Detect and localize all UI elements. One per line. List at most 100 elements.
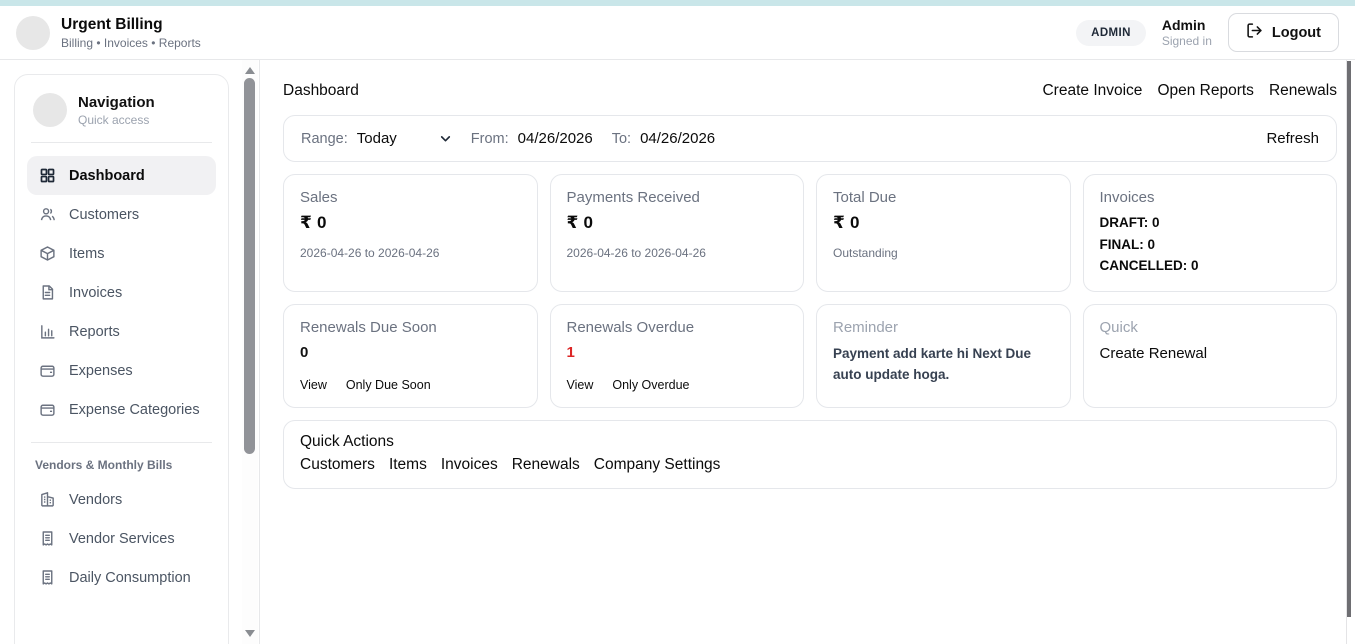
renewals-link[interactable]: Renewals [1269,82,1337,100]
quick-action-invoices[interactable]: Invoices [441,456,498,474]
to-date-input[interactable]: 04/26/2026 [640,130,715,147]
sidebar-item-expense-categories[interactable]: Expense Categories [27,390,216,429]
receipt-icon [39,569,56,586]
create-invoice-link[interactable]: Create Invoice [1042,82,1142,100]
payments-value: ₹ 0 [567,213,788,233]
app-header: Urgent Billing Billing • Invoices • Repo… [0,6,1355,60]
invoices-cancelled-count: CANCELLED: 0 [1100,255,1321,277]
range-select[interactable]: Today [357,130,452,147]
sidebar-item-daily-consumption[interactable]: Daily Consumption [27,558,216,597]
card-title: Invoices [1100,189,1321,206]
quick-action-company-settings[interactable]: Company Settings [594,456,721,474]
range-label: Range: [301,131,348,147]
sidebar-item-items[interactable]: Items [27,234,216,273]
sidebar-item-customers[interactable]: Customers [27,195,216,234]
sidebar-item-label: Daily Consumption [69,570,191,586]
invoices-draft-count: DRAFT: 0 [1100,212,1321,234]
receipt-icon [39,530,56,547]
wallet-icon [39,362,56,379]
card-caption: Outstanding [833,246,1054,260]
navigation-subtitle: Quick access [78,113,155,127]
renewals-due-soon-count: 0 [300,344,521,361]
card-title: Total Due [833,189,1054,206]
bar-chart-icon [39,323,56,340]
package-icon [39,245,56,262]
logout-label: Logout [1272,25,1321,41]
view-overdue-link[interactable]: View [567,378,594,392]
brand: Urgent Billing Billing • Invoices • Repo… [16,16,201,50]
renewals-overdue-card: Renewals Overdue 1 View Only Overdue [550,304,805,408]
app-title: Urgent Billing [61,16,201,34]
sidebar-scrollbar-thumb[interactable] [244,78,255,454]
sidebar: Navigation Quick access Dashboard Custom… [0,60,260,644]
card-caption: 2026-04-26 to 2026-04-26 [300,246,521,260]
quick-action-items[interactable]: Items [389,456,427,474]
sidebar-item-label: Dashboard [69,168,145,184]
range-selected-value: Today [357,130,397,147]
sales-value: ₹ 0 [300,213,521,233]
card-caption: 2026-04-26 to 2026-04-26 [567,246,788,260]
sidebar-item-label: Expenses [69,363,133,379]
renewals-overdue-count: 1 [567,344,788,361]
from-label: From: [471,131,509,147]
wallet-icon [39,401,56,418]
payments-received-card: Payments Received ₹ 0 2026-04-26 to 2026… [550,174,805,292]
card-title: Sales [300,189,521,206]
dashboard-grid-icon [39,167,56,184]
quick-actions-card: Quick Actions Customers Items Invoices R… [283,420,1337,489]
page-scrollbar[interactable] [1346,60,1355,644]
sidebar-item-label: Reports [69,324,120,340]
sidebar-section-label: Vendors & Monthly Bills [27,456,216,480]
card-title: Renewals Due Soon [300,319,521,336]
logout-button[interactable]: Logout [1228,13,1339,52]
sidebar-item-label: Invoices [69,285,122,301]
total-due-card: Total Due ₹ 0 Outstanding [816,174,1071,292]
sidebar-item-vendors[interactable]: Vendors [27,480,216,519]
open-reports-link[interactable]: Open Reports [1157,82,1254,100]
brand-logo [16,16,50,50]
role-badge: ADMIN [1076,20,1146,46]
page-scrollbar-thumb[interactable] [1347,61,1351,617]
only-due-soon-link[interactable]: Only Due Soon [346,378,431,392]
card-title: Quick [1100,319,1321,336]
quick-card: Quick Create Renewal [1083,304,1338,408]
refresh-button[interactable]: Refresh [1266,130,1319,147]
divider [31,142,212,143]
sidebar-item-label: Items [69,246,104,262]
navigation-title: Navigation [78,94,155,111]
scroll-up-arrow-icon[interactable] [245,67,255,74]
quick-action-customers[interactable]: Customers [300,456,375,474]
from-date-input[interactable]: 04/26/2026 [518,130,593,147]
main-content: Dashboard Create Invoice Open Reports Re… [260,60,1355,644]
sidebar-item-vendor-services[interactable]: Vendor Services [27,519,216,558]
scroll-down-arrow-icon[interactable] [245,630,255,637]
page-title: Dashboard [283,82,359,100]
view-due-soon-link[interactable]: View [300,378,327,392]
sidebar-item-dashboard[interactable]: Dashboard [27,156,216,195]
quick-actions-title: Quick Actions [300,433,1320,451]
quick-action-renewals[interactable]: Renewals [512,456,580,474]
sidebar-item-reports[interactable]: Reports [27,312,216,351]
sidebar-item-label: Vendor Services [69,531,175,547]
sidebar-item-expenses[interactable]: Expenses [27,351,216,390]
card-title: Renewals Overdue [567,319,788,336]
navigation-avatar [33,93,67,127]
logout-icon [1246,22,1263,43]
app-subtitle: Billing • Invoices • Reports [61,36,201,50]
card-title: Reminder [833,319,1054,336]
sidebar-item-invoices[interactable]: Invoices [27,273,216,312]
building-icon [39,491,56,508]
create-renewal-link[interactable]: Create Renewal [1100,345,1321,362]
user-status: Signed in [1162,34,1212,48]
user-info: Admin Signed in [1162,17,1212,48]
total-due-value: ₹ 0 [833,213,1054,233]
divider [31,442,212,443]
filter-bar: Range: Today From: 04/26/2026 To: 04/26/… [283,115,1337,162]
sidebar-item-label: Vendors [69,492,122,508]
only-overdue-link[interactable]: Only Overdue [612,378,689,392]
sidebar-scrollbar[interactable] [242,60,258,644]
invoices-final-count: FINAL: 0 [1100,234,1321,256]
navigation-card: Navigation Quick access Dashboard Custom… [14,74,229,644]
renewal-cards-row: Renewals Due Soon 0 View Only Due Soon R… [283,304,1337,408]
renewals-due-soon-card: Renewals Due Soon 0 View Only Due Soon [283,304,538,408]
